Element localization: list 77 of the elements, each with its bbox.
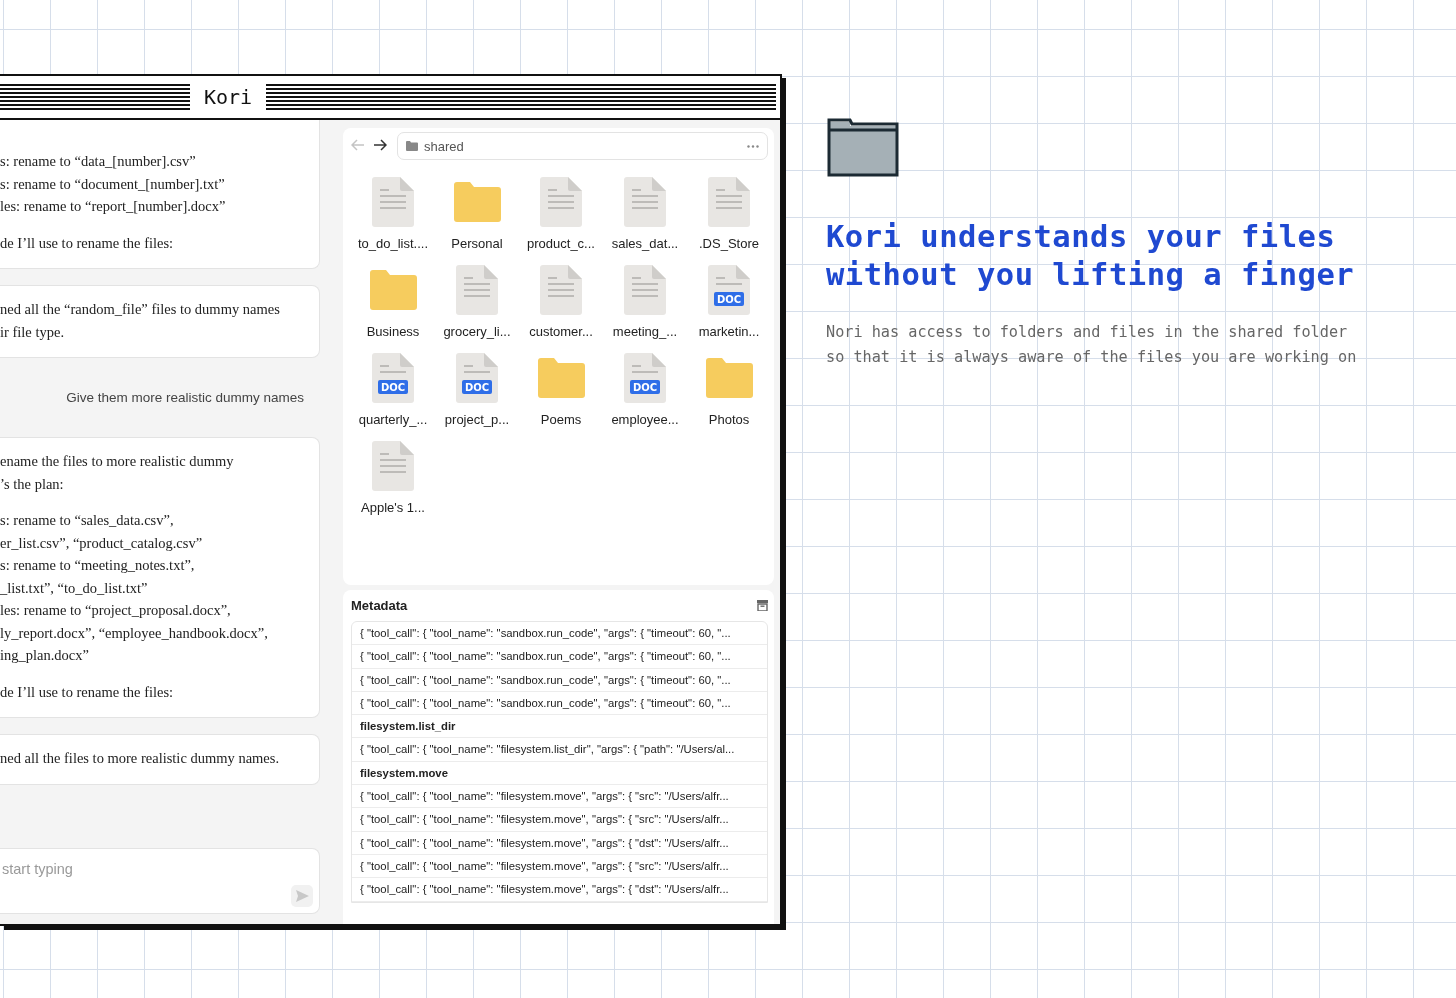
file-item[interactable]: Business <box>351 262 435 339</box>
message-text: ned all the “random_file” files to dummy names <box>0 300 281 319</box>
message-text: les: rename to “report_[number].docx” <box>0 197 227 216</box>
left-arrow-icon <box>351 138 365 152</box>
message-text: de I’ll use to rename the files: <box>0 682 175 702</box>
file-item[interactable]: .DS_Store <box>687 174 771 251</box>
file-item[interactable]: Poems <box>519 350 603 427</box>
window-title: Kori <box>204 85 253 109</box>
send-icon <box>295 890 309 902</box>
tool-name-heading: filesystem.list_dir <box>360 720 456 733</box>
tool-call-text: { "tool_call": { "tool_name": "filesystem.move", "args": { "dst": "/Users/alfr... <box>360 883 729 896</box>
document-icon: DOC <box>708 264 750 315</box>
message-text: s: rename to “document_[number].txt” <box>0 174 226 194</box>
message-text: _list.txt”, “to_do_list.txt” <box>0 578 149 598</box>
file-icon <box>456 264 498 315</box>
message-text: ir file type. <box>0 322 66 342</box>
file-item[interactable]: meeting_... <box>603 262 687 339</box>
folder-icon <box>536 356 586 399</box>
file-item[interactable]: customer... <box>519 262 603 339</box>
message-text: ’s the plan: <box>0 474 65 494</box>
file-icon <box>624 176 666 227</box>
tool-name-heading: filesystem.move <box>360 766 448 779</box>
more-icon[interactable] <box>747 144 759 148</box>
folder-icon <box>368 268 418 311</box>
path-bar[interactable]: shared <box>397 132 768 160</box>
tool-call-text: { "tool_call": { "tool_name": "sandbox.run_code", "args": { "timeout": 60, "... <box>360 673 731 686</box>
archive-icon[interactable] <box>757 600 768 611</box>
file-icon <box>624 264 666 315</box>
file-item[interactable]: DOC project_p... <box>435 350 519 427</box>
folder-icon <box>704 356 754 399</box>
file-item[interactable]: Photos <box>687 350 771 427</box>
tool-call-text: { "tool_call": { "tool_name": "filesystem.move", "args": { "src": "/Users/alfr... <box>360 813 729 826</box>
file-icon <box>372 176 414 227</box>
file-item[interactable]: Apple's 1... <box>351 438 435 515</box>
file-item[interactable]: sales_dat... <box>603 174 687 251</box>
file-icon <box>540 264 582 315</box>
headline: Kori understands your files without you lifting a finger <box>826 218 1356 294</box>
file-item[interactable]: product_c... <box>519 174 603 251</box>
tool-call-text: { "tool_call": { "tool_name": "sandbox.run_code", "args": { "timeout": 60, "... <box>360 696 731 709</box>
message-text: les: rename to “project_proposal.docx”, <box>0 601 232 620</box>
document-icon: DOC <box>456 352 498 403</box>
document-icon: DOC <box>372 352 414 403</box>
folder-icon <box>406 141 418 151</box>
message-input-box[interactable]: start typing <box>0 848 320 914</box>
tool-call-text: { "tool_call": { "tool_name": "filesystem.move", "args": { "dst": "/Users/alfr... <box>360 836 729 849</box>
metadata-title: Metadata <box>351 598 408 613</box>
file-item[interactable]: to_do_list.... <box>351 174 435 251</box>
message-text: ly_report.docx”, “employee_handbook.docx”, <box>0 623 269 643</box>
message-text: ned all the files to more realistic dummy names. <box>0 749 281 768</box>
folder-icon <box>452 180 502 223</box>
folder-icon <box>826 118 900 178</box>
file-item[interactable]: grocery_li... <box>435 262 519 339</box>
right-arrow-icon <box>373 138 387 152</box>
document-icon: DOC <box>624 352 666 403</box>
message-text: er_list.csv”, “product_catalog.csv” <box>0 533 204 553</box>
file-item[interactable]: DOC quarterly_... <box>351 350 435 427</box>
message-text: ing_plan.docx” <box>0 646 90 665</box>
file-icon <box>708 176 750 227</box>
file-item[interactable]: DOC marketin... <box>687 262 771 339</box>
message-text: de I’ll use to rename the files: <box>0 233 175 253</box>
file-icon <box>372 440 414 491</box>
tool-call-text: { "tool_call": { "tool_name": "filesystem.move", "args": { "src": "/Users/alfr... <box>360 859 729 872</box>
message-text: ename the files to more realistic dummy <box>0 452 235 471</box>
tool-call-text: { "tool_call": { "tool_name": "filesystem.list_dir", "args": { "path": "/Users/al... <box>360 743 735 756</box>
file-icon <box>540 176 582 227</box>
description-text: Nori has access to folders and files in the shared folder so that it is always aware of the files you are working on <box>826 322 1357 368</box>
message-input[interactable]: start typing <box>0 849 262 879</box>
path-text: shared <box>424 138 465 154</box>
message-text: s: rename to “meeting_notes.txt”, <box>0 556 196 575</box>
tool-call-text: { "tool_call": { "tool_name": "sandbox.run_code", "args": { "timeout": 60, "... <box>360 627 731 639</box>
message-text: s: rename to “sales_data.csv”, <box>0 511 175 530</box>
file-item[interactable]: DOC employee... <box>603 350 687 427</box>
user-message: Give them more realistic dummy names <box>66 390 304 405</box>
tool-call-text: { "tool_call": { "tool_name": "sandbox.run_code", "args": { "timeout": 60, "... <box>360 650 731 663</box>
tool-call-text: { "tool_call": { "tool_name": "filesystem.move", "args": { "src": "/Users/alfr... <box>360 790 729 803</box>
file-item[interactable]: Personal <box>435 174 519 251</box>
message-text: s: rename to “data_[number].csv” <box>0 152 197 171</box>
